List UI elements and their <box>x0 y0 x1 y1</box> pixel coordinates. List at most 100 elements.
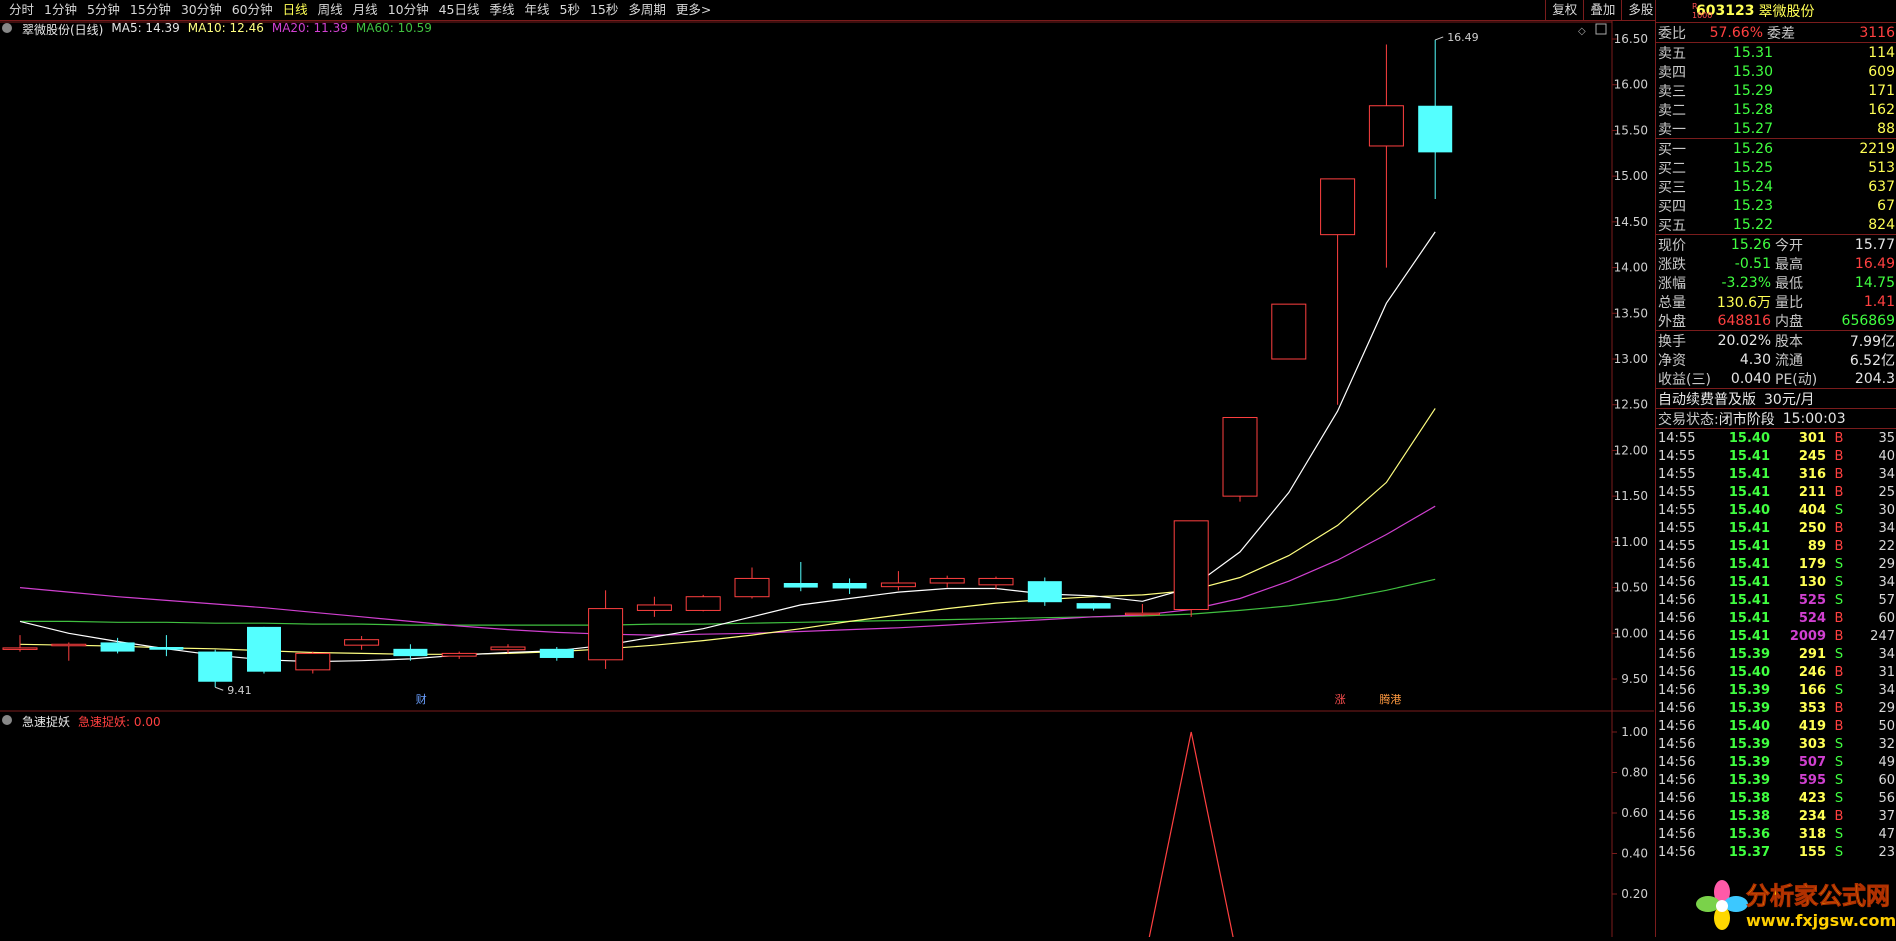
buys-row[interactable]: 买二 15.25 513 <box>1656 158 1896 177</box>
tick-volume: 166 <box>1798 682 1826 698</box>
tick-count: 60 <box>1878 610 1895 626</box>
period-tab-14[interactable]: 15秒 <box>585 0 623 20</box>
buys-row[interactable]: 买一 15.26 2219 <box>1656 139 1896 158</box>
tick-side: B <box>1834 700 1844 716</box>
fund-row: 净资 4.30 流通 6.52亿 <box>1656 350 1896 369</box>
tick-time: 14:56 <box>1658 556 1696 572</box>
tick-time: 14:56 <box>1658 718 1696 734</box>
sells-row[interactable]: 卖四 15.30 609 <box>1656 62 1896 81</box>
candle-body <box>539 648 574 658</box>
period-tab-15[interactable]: 多周期 <box>623 0 671 20</box>
tick-row: 14:56 15.41 524 B 60 <box>1656 609 1896 627</box>
diamond-icon: ◇ <box>1578 26 1586 37</box>
tick-volume: 211 <box>1798 484 1826 500</box>
sells-row[interactable]: 卖三 15.29 171 <box>1656 81 1896 100</box>
ind-tick-label: 0.40 <box>1621 847 1648 861</box>
tick-volume: 507 <box>1798 754 1826 770</box>
candle-body <box>636 604 672 611</box>
tick-side: S <box>1834 736 1844 752</box>
fee-row[interactable]: 自动续费普及版 30元/月 <box>1656 389 1896 409</box>
quote-panel: R 1000 603123 翠微股份 委比 57.66% 委差 3116 卖五 15… <box>1655 0 1896 937</box>
ind-tick-label: 0.80 <box>1621 766 1648 780</box>
period-tab-8[interactable]: 月线 <box>348 0 383 20</box>
candle-body <box>588 608 624 661</box>
indicator-settings-icon[interactable] <box>2 713 14 729</box>
tick-side: B <box>1834 484 1844 500</box>
tick-side: S <box>1834 754 1844 770</box>
buy-orders: 买一 15.26 2219 买二 15.25 513 买三 15.24 637 买四 15.23 67… <box>1656 139 1896 235</box>
stat-row: 外盘 648816 内盘 656869 <box>1656 311 1896 330</box>
weicha-value: 3116 <box>1859 24 1895 41</box>
kline-chart-area[interactable]: 16.50 16.00 15.50 15.00 14.50 14.00 13.50 13.00… <box>0 20 1654 937</box>
price-tick-label: 11.00 <box>1614 535 1648 549</box>
period-tab-3[interactable]: 15分钟 <box>125 0 176 20</box>
period-tab-12[interactable]: 年线 <box>520 0 555 20</box>
tick-row: 14:55 15.41 245 B 40 <box>1656 447 1896 465</box>
tick-row: 14:56 15.39 353 B 29 <box>1656 699 1896 717</box>
candle-body <box>393 648 428 657</box>
buys-volume: 67 <box>1877 197 1895 214</box>
toolbar-button-0[interactable]: 复权 <box>1545 0 1583 20</box>
tick-side: B <box>1834 430 1844 446</box>
stat-value: -0.51 <box>1734 255 1771 272</box>
tick-count: 23 <box>1878 844 1895 860</box>
buys-row[interactable]: 买五 15.22 824 <box>1656 215 1896 234</box>
tick-price: 15.41 <box>1728 556 1770 572</box>
tick-volume: 404 <box>1798 502 1826 518</box>
tick-count: 29 <box>1878 700 1895 716</box>
sells-row[interactable]: 卖二 15.28 162 <box>1656 100 1896 119</box>
candle-body <box>880 582 916 588</box>
fund-row: 换手 20.02% 股本 7.99亿 <box>1656 331 1896 350</box>
chart-title: 翠微股份(日线) <box>22 23 104 37</box>
toolbar-button-2[interactable]: 多股 <box>1621 0 1659 20</box>
stat-value: 15.77 <box>1854 236 1895 253</box>
period-tab-2[interactable]: 5分钟 <box>82 0 125 20</box>
period-tab-7[interactable]: 周线 <box>313 0 348 20</box>
period-tab-0[interactable]: 分时 <box>4 0 39 20</box>
tick-volume: 130 <box>1798 574 1826 590</box>
period-tab-5[interactable]: 60分钟 <box>227 0 278 20</box>
stat-row: 现价 15.26 今开 15.77 <box>1656 235 1896 254</box>
tick-row: 14:56 15.36 318 S 47 <box>1656 825 1896 843</box>
stat-label: 内盘 <box>1775 313 1803 330</box>
period-tab-16[interactable]: 更多> <box>671 0 716 20</box>
period-tab-9[interactable]: 10分钟 <box>383 0 434 20</box>
price-stats: 现价 15.26 今开 15.77 涨跌 -0.51 最高 16.49 涨幅 -3.23% 最低 14… <box>1656 235 1896 331</box>
sells-price: 15.30 <box>1732 63 1773 80</box>
period-tab-1[interactable]: 1分钟 <box>39 0 82 20</box>
period-tab-13[interactable]: 5秒 <box>555 0 585 20</box>
fund-row: 收益(三) 0.040 PE(动) 204.3 <box>1656 369 1896 388</box>
sells-price: 15.27 <box>1732 120 1773 137</box>
period-tab-6[interactable]: 日线 <box>278 0 313 20</box>
buys-label: 买五 <box>1658 217 1686 234</box>
candle-body <box>2 647 38 650</box>
status-value: 闭市阶段 <box>1718 411 1775 428</box>
tick-time: 14:55 <box>1658 502 1696 518</box>
buys-volume: 637 <box>1868 178 1895 195</box>
candle-body <box>929 577 965 584</box>
kline-chart[interactable]: 16.50 16.00 15.50 15.00 14.50 14.00 13.50 13.00… <box>0 20 1654 937</box>
tick-row: 14:56 15.38 234 B 37 <box>1656 807 1896 825</box>
buys-row[interactable]: 买三 15.24 637 <box>1656 177 1896 196</box>
candle-body <box>978 577 1014 586</box>
sells-row[interactable]: 卖五 15.31 114 <box>1656 43 1896 62</box>
period-tab-10[interactable]: 45日线 <box>434 0 485 20</box>
tick-count: 34 <box>1878 646 1895 662</box>
fund-value: 4.30 <box>1739 351 1771 368</box>
tick-price: 15.41 <box>1728 574 1770 590</box>
marker-limitup: 涨 <box>1335 693 1346 706</box>
tick-time: 14:56 <box>1658 628 1696 644</box>
sells-row[interactable]: 卖一 15.27 88 <box>1656 119 1896 138</box>
tick-list[interactable]: 14:55 15.40 301 B 35 14:55 15.41 245 B 40 14:55 15.… <box>1656 429 1896 861</box>
buys-row[interactable]: 买四 15.23 67 <box>1656 196 1896 215</box>
tick-side: B <box>1834 538 1844 554</box>
quote-header: R 1000 603123 翠微股份 <box>1656 0 1896 23</box>
tick-volume: 250 <box>1798 520 1826 536</box>
toolbar-button-1[interactable]: 叠加 <box>1583 0 1621 20</box>
period-tab-4[interactable]: 30分钟 <box>176 0 227 20</box>
chart-settings-icon[interactable] <box>2 21 14 37</box>
tick-time: 14:55 <box>1658 430 1696 446</box>
tick-side: S <box>1834 646 1844 662</box>
tick-count: 31 <box>1878 664 1895 680</box>
period-tab-11[interactable]: 季线 <box>485 0 520 20</box>
